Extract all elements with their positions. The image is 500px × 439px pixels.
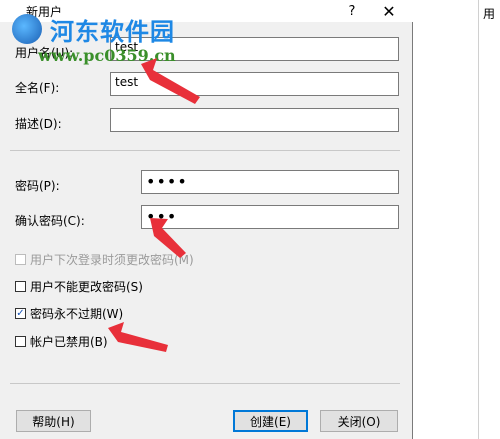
fullname-input[interactable]: test bbox=[110, 72, 399, 96]
checkbox-label: 用户不能更改密码(S) bbox=[30, 279, 143, 294]
create-button[interactable]: 创建(E) bbox=[233, 410, 308, 432]
separator-top bbox=[10, 150, 400, 151]
checkbox-label: 帐户已禁用(B) bbox=[30, 334, 108, 349]
description-input[interactable] bbox=[110, 108, 399, 132]
checkbox-box[interactable] bbox=[15, 280, 26, 292]
watermark-url: www.pc0359.cn bbox=[38, 46, 176, 65]
confirm-password-input[interactable]: ••• bbox=[141, 205, 399, 229]
new-user-dialog: 新用户 ? ✕ 用户名(U): test 全名(F): test 描述(D): … bbox=[0, 0, 413, 439]
description-label: 描述(D): bbox=[15, 117, 62, 131]
password-label: 密码(P): bbox=[15, 179, 60, 193]
watermark-name: 河东软件园 bbox=[50, 17, 175, 46]
close-icon[interactable]: ✕ bbox=[374, 0, 404, 22]
background-window-edge: 用 bbox=[478, 0, 500, 439]
checkbox-account-disabled[interactable]: 帐户已禁用(B) bbox=[15, 333, 108, 349]
watermark-logo-icon bbox=[12, 14, 42, 44]
checkbox-label: 密码永不过期(W) bbox=[30, 306, 124, 321]
checkbox-box[interactable] bbox=[15, 335, 26, 347]
checkbox-password-never-expires[interactable]: ✓ 密码永不过期(W) bbox=[15, 305, 123, 321]
fullname-label: 全名(F): bbox=[15, 81, 60, 95]
close-button[interactable]: 关闭(O) bbox=[320, 410, 398, 432]
password-input[interactable]: •••• bbox=[141, 170, 399, 194]
checkbox-must-change-password[interactable]: 用户下次登录时须更改密码(M) bbox=[15, 251, 194, 267]
background-window-label: 用 bbox=[483, 7, 496, 21]
checkbox-label: 用户下次登录时须更改密码(M) bbox=[30, 252, 194, 267]
help-button[interactable]: 帮助(H) bbox=[16, 410, 91, 432]
checkbox-box[interactable] bbox=[15, 253, 26, 265]
checkmark-icon[interactable]: ✓ bbox=[15, 307, 26, 319]
help-icon[interactable]: ? bbox=[340, 0, 364, 22]
confirm-password-label: 确认密码(C): bbox=[15, 214, 85, 228]
checkbox-cannot-change-password[interactable]: 用户不能更改密码(S) bbox=[15, 278, 143, 294]
separator-bottom bbox=[10, 383, 400, 384]
